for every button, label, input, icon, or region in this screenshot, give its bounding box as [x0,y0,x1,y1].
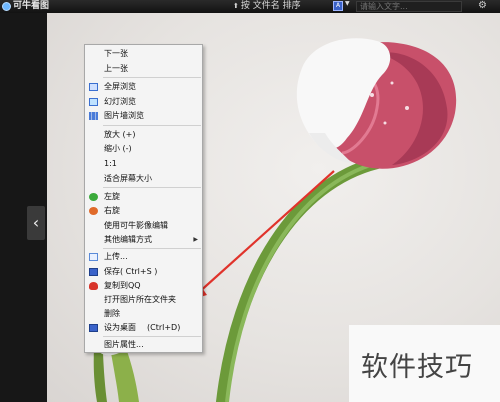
menu-item-slideshow[interactable]: 幻灯浏览 [85,96,202,108]
settings-gear-icon[interactable]: ⚙ [478,0,487,12]
menu-item-label: 适合屏幕大小 [104,174,152,183]
menu-item-label: 右旋 [104,206,120,215]
menu-item-label: 缩小 (-) [104,144,132,153]
menu-item-actual-size[interactable]: 1:1 [85,158,202,170]
menu-item-zoom-out[interactable]: 缩小 (-) [85,143,202,155]
app-title: 可牛看图 [13,1,50,11]
qq-icon [89,282,98,290]
menu-item-save[interactable]: 保存( Ctrl+S ) [85,266,202,278]
fullscreen-icon [89,83,98,91]
menu-item-set-wallpaper[interactable]: 设为桌面 (Ctrl+D) [85,322,202,334]
menu-separator [103,77,201,78]
slideshow-icon [89,98,98,106]
menu-item-label: 使用可牛影像编辑 [104,221,168,230]
menu-item-delete[interactable]: 删除 [85,308,202,320]
menu-item-label: 1:1 [104,159,117,168]
menu-item-label: 打开图片所在文件夹 [104,295,176,304]
menu-item-properties[interactable]: 图片属性... [85,339,202,351]
menu-item-label: 保存( Ctrl+S ) [104,267,158,276]
watermark-text: 软件技巧 [361,352,473,383]
search-scope-dropdown[interactable]: A ▼ [333,0,355,11]
submenu-arrow-icon: ▶ [193,236,198,243]
sort-arrow-icon: ⬆ [233,2,239,10]
context-menu: 下一张 上一张 全屏浏览 幻灯浏览 图片墙浏览 放大 (+) 缩小 (-) 1:… [84,44,203,353]
search-engine-icon: A [333,1,343,11]
rotate-left-icon [89,193,98,201]
menu-separator [103,187,201,188]
menu-item-label: 设为桌面 [104,323,136,332]
sort-label: 按 文件名 排序 [240,1,301,11]
menu-item-other-editors[interactable]: 其他编辑方式 ▶ [85,234,202,246]
menu-item-rotate-left[interactable]: 左旋 [85,191,202,203]
menu-item-shortcut: (Ctrl+D) [147,323,181,332]
desktop-icon [89,324,98,332]
menu-item-copy-to-qq[interactable]: 复制到QQ [85,280,202,292]
app-logo-icon [2,2,11,11]
menu-item-previous-image[interactable]: 上一张 [85,63,202,75]
search-input[interactable] [356,1,462,12]
menu-item-label: 图片墙浏览 [104,111,144,120]
menu-item-fullscreen[interactable]: 全屏浏览 [85,81,202,93]
menu-item-label: 其他编辑方式 [104,235,152,244]
menu-separator [103,336,201,337]
image-wall-icon [89,112,98,120]
sort-selector[interactable]: ⬆ 按 文件名 排序 [233,0,301,12]
left-panel: ‹ [0,13,47,402]
menu-item-label: 上传... [104,252,128,261]
dropdown-arrow-icon: ▼ [345,0,350,7]
menu-item-open-folder[interactable]: 打开图片所在文件夹 [85,294,202,306]
menu-item-upload[interactable]: 上传... [85,251,202,263]
menu-item-label: 上一张 [104,64,128,73]
menu-item-label: 幻灯浏览 [104,97,136,106]
menu-item-zoom-in[interactable]: 放大 (+) [85,129,202,141]
menu-separator [103,248,201,249]
menu-item-label: 图片属性... [104,340,144,349]
menu-item-label: 删除 [104,309,120,318]
menu-item-image-wall[interactable]: 图片墙浏览 [85,110,202,122]
title-bar: 可牛看图 ⬆按 文件名 排序 A ▼ ⚙ [0,0,500,13]
menu-item-label: 全屏浏览 [104,82,136,91]
menu-item-next-image[interactable]: 下一张 [85,48,202,60]
menu-item-rotate-right[interactable]: 右旋 [85,205,202,217]
previous-image-button[interactable]: ‹ [27,206,45,240]
menu-separator [103,125,201,126]
menu-item-label: 复制到QQ [104,281,141,290]
menu-item-label: 下一张 [104,49,128,58]
save-icon [89,268,98,276]
menu-item-label: 左旋 [104,192,120,201]
menu-item-keniu-editor[interactable]: 使用可牛影像编辑 [85,220,202,232]
upload-icon [89,253,98,261]
rotate-right-icon [89,207,98,215]
menu-item-fit-screen[interactable]: 适合屏幕大小 [85,173,202,185]
menu-item-label: 放大 (+) [104,130,136,139]
